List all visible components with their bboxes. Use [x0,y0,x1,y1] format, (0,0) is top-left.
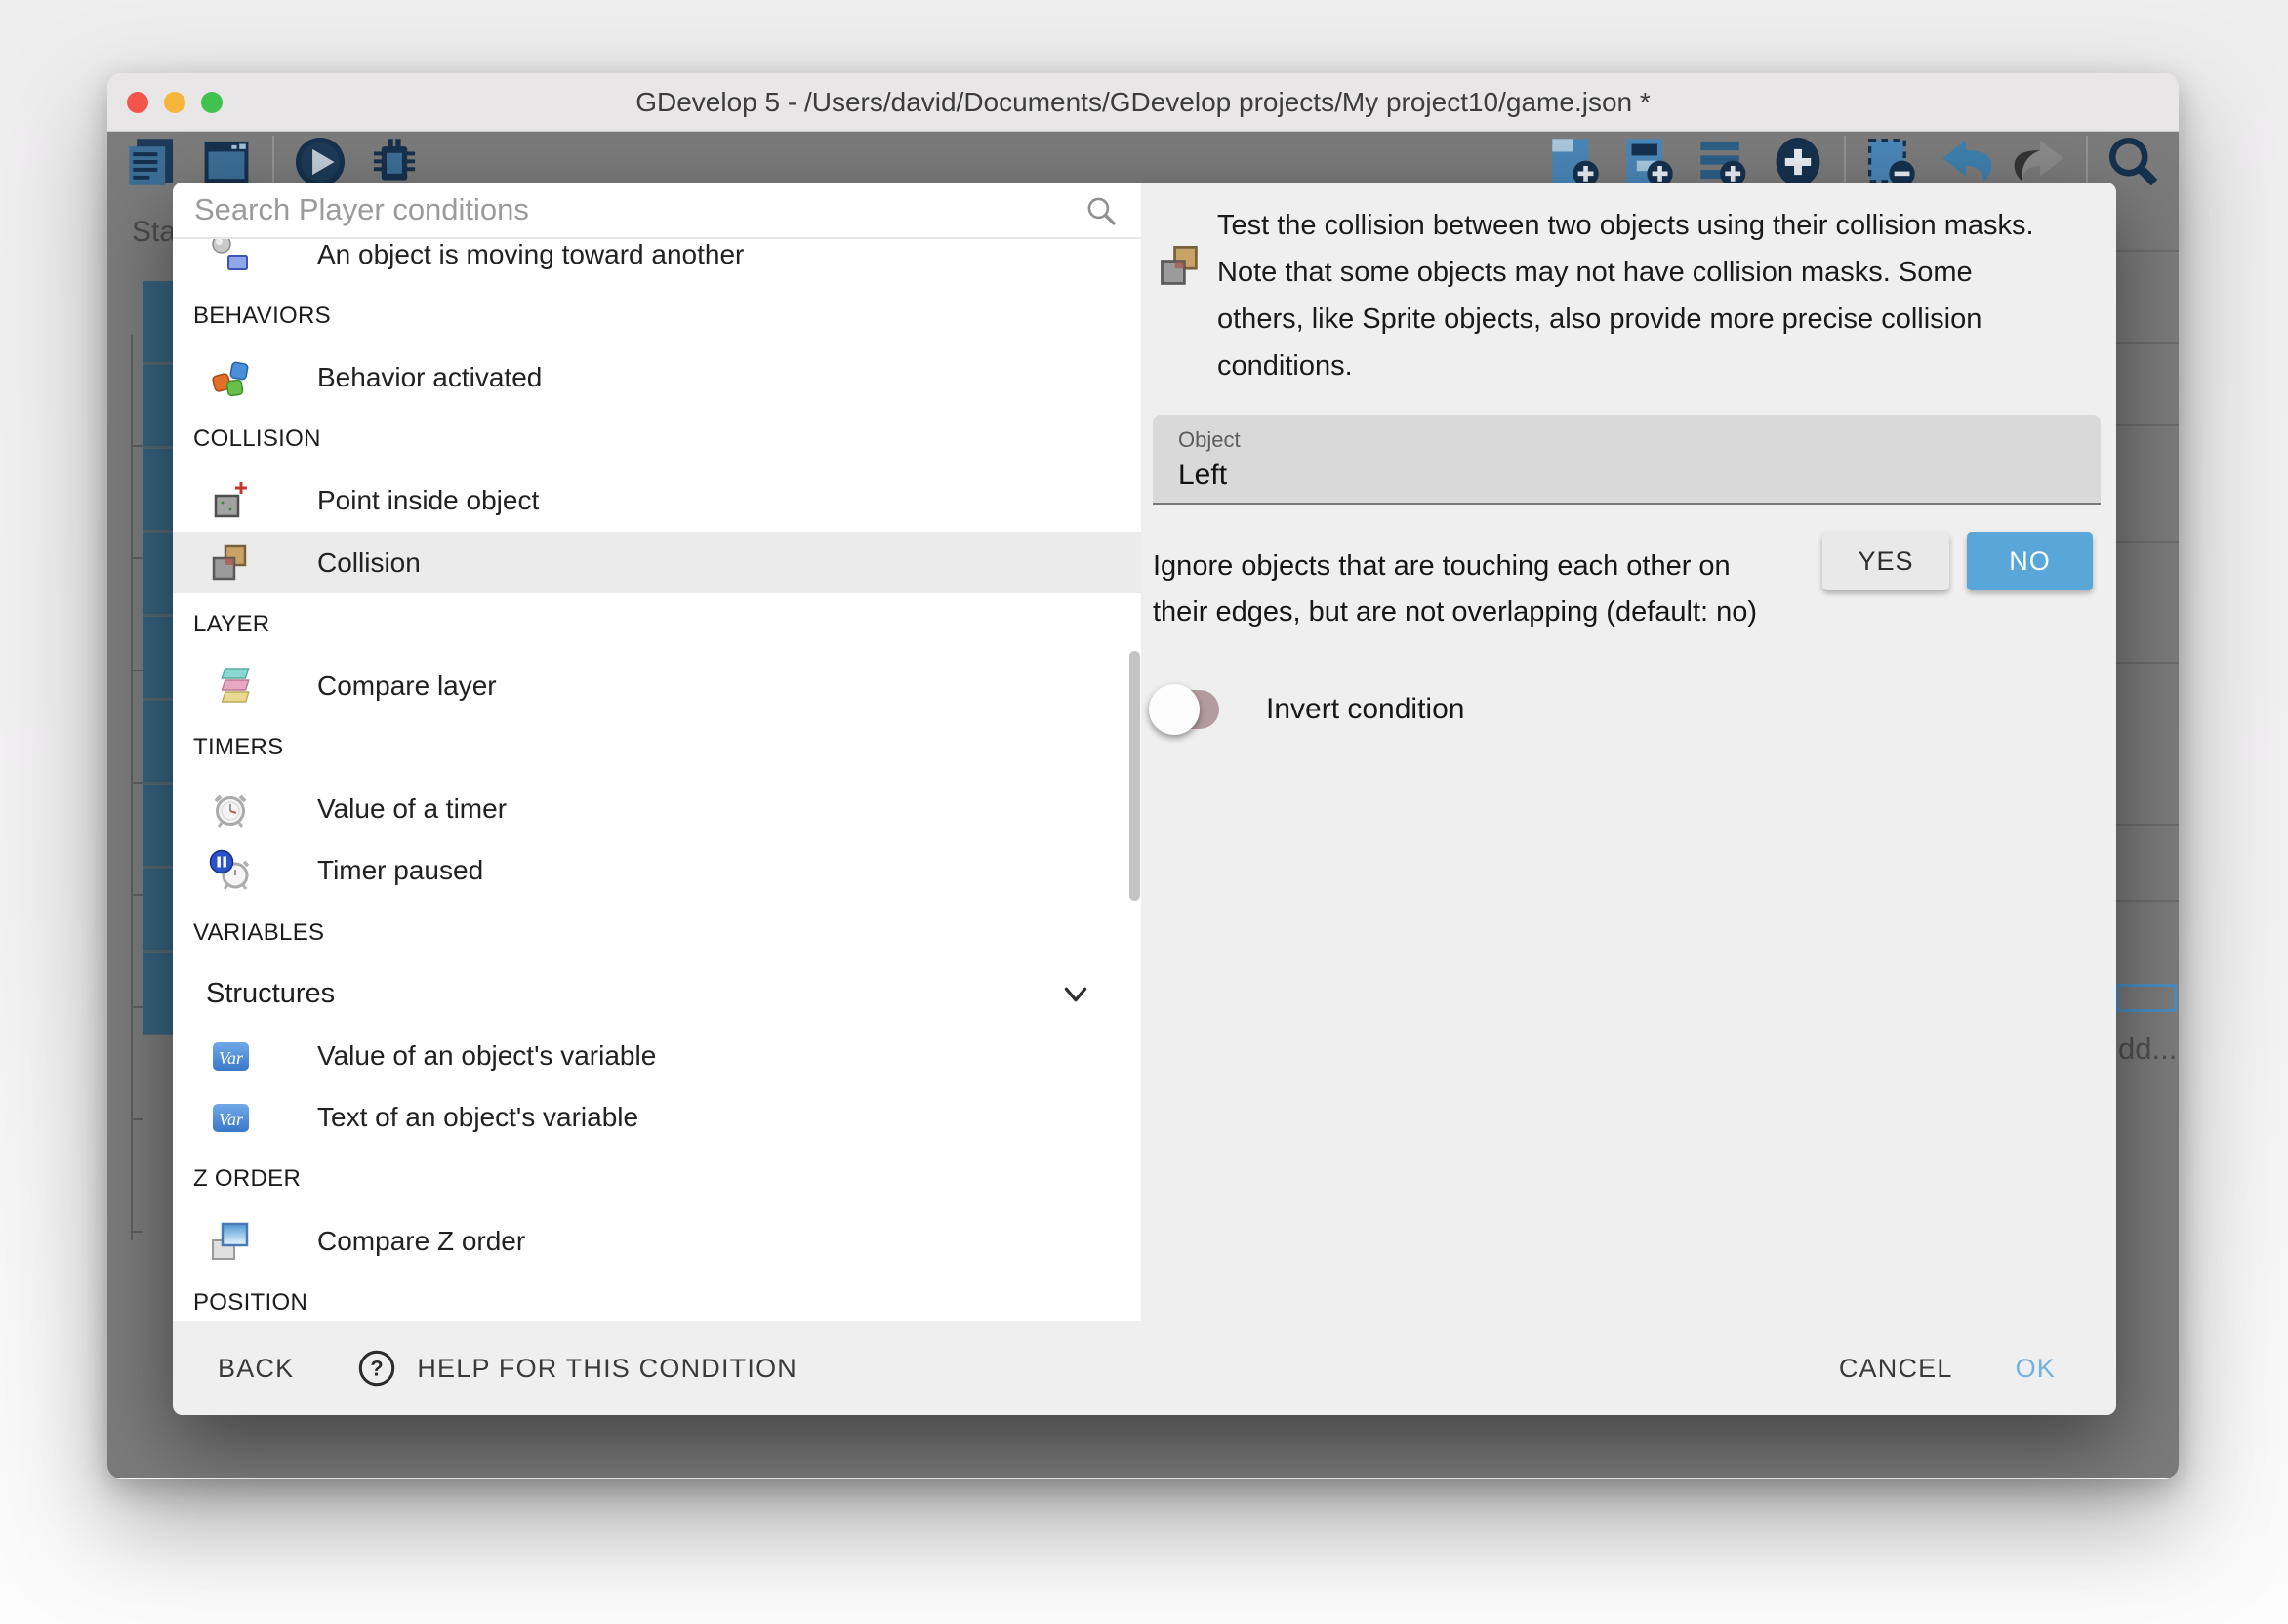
dialog-footer: BACK ? HELP FOR THIS CONDITION CANCEL OK [173,1321,2116,1415]
search-toolbar-icon[interactable] [2105,134,2162,190]
list-item[interactable]: Compare layer [173,655,1141,716]
condition-editor-dialog: An object is moving toward another BEHAVI… [173,183,2116,1415]
add-event-truncated-text: dd... [2118,1032,2177,1067]
point-inside-icon [209,479,252,522]
condition-description: Test the collision between two objects u… [1217,202,2034,389]
search-icon [1083,192,1120,229]
back-button[interactable]: BACK [218,1354,294,1384]
search-input[interactable] [173,183,1051,237]
list-item-label: COLLISION [193,426,321,453]
list-item[interactable]: Var Value of an object's variable [173,1025,1141,1086]
invert-condition-toggle[interactable] [1157,690,1219,729]
yes-button[interactable]: YES [1822,532,1949,590]
condition-list: An object is moving toward another BEHAVI… [173,239,1141,1320]
list-item[interactable]: An object is moving toward another [173,239,1141,285]
object-field-label: Object [1178,415,2101,453]
collision-icon [209,542,252,585]
scene-tab-label: Sta [132,216,176,249]
no-button[interactable]: NO [1967,532,2093,590]
svg-text:Var: Var [219,1110,244,1129]
timer-paused-icon [209,849,252,892]
list-item[interactable]: Compare Z order [173,1210,1141,1272]
toolbar-separator [1844,136,1846,188]
object-moving-toward-icon [209,239,252,276]
list-item-label: Collision [317,548,421,579]
list-item[interactable]: Behavior activated [173,346,1141,408]
list-item-label: Structures [206,978,335,1010]
cancel-button[interactable]: CANCEL [1839,1354,1953,1384]
list-item[interactable]: Timer paused [173,840,1141,902]
list-item-label: Value of an object's variable [317,1040,656,1072]
object-field-value: Left [1178,453,2101,492]
list-item-label: POSITION [193,1289,307,1317]
list-scrollbar-thumb[interactable] [1129,651,1140,901]
list-item[interactable]: Value of a timer [173,779,1141,840]
svg-text:?: ? [371,1357,384,1381]
chevron-down-icon[interactable] [1055,974,1096,1015]
list-category: BEHAVIORS [173,285,1141,346]
list-item-label: Text of an object's variable [317,1102,638,1133]
z-order-icon [209,1220,252,1263]
svg-text:Var: Var [219,1048,244,1068]
var-icon: Var [209,1035,252,1077]
behavior-icon [209,356,252,399]
list-item-label: Z ORDER [193,1165,301,1193]
timer-icon [209,788,252,831]
list-item-label: Compare layer [317,670,497,702]
list-item[interactable]: Collision [173,532,1141,593]
list-item-label: Value of a timer [317,793,507,825]
list-category: TIMERS [173,717,1141,779]
list-item-label: Compare Z order [317,1226,525,1257]
help-icon[interactable]: ? [356,1348,397,1389]
list-item-label: Timer paused [317,855,483,886]
list-item[interactable]: Var Text of an object's variable [173,1087,1141,1149]
list-item-label: VARIABLES [193,919,324,947]
list-item[interactable]: Point inside object [173,470,1141,532]
list-category: COLLISION [173,409,1141,470]
selected-event-outline [2116,984,2177,1012]
invert-condition-label: Invert condition [1266,693,1464,726]
list-item-label: An object is moving toward another [317,239,744,270]
list-category: POSITION [173,1272,1141,1320]
list-item-label: Point inside object [317,485,539,516]
list-category: Z ORDER [173,1149,1141,1210]
collision-icon [1157,243,1204,290]
list-item-label: Behavior activated [317,362,542,393]
list-item-label: TIMERS [193,734,283,761]
ok-button[interactable]: OK [2016,1354,2056,1384]
list-category: VARIABLES [173,902,1141,963]
toggle-knob [1149,684,1200,735]
list-item-label: BEHAVIORS [193,303,331,330]
help-for-condition-button[interactable]: HELP FOR THIS CONDITION [417,1354,797,1384]
list-item-label: LAYER [193,611,269,638]
list-category: LAYER [173,593,1141,655]
search-bar [173,183,1141,239]
toolbar-separator [2086,136,2088,188]
events-sheet-conditions-column [143,281,173,1035]
condition-list-panel: An object is moving toward another BEHAVI… [173,183,1141,1321]
toolbar-separator [272,136,274,188]
window-title: GDevelop 5 - /Users/david/Documents/GDev… [107,73,2179,132]
titlebar: GDevelop 5 - /Users/david/Documents/GDev… [107,73,2179,132]
var-icon: Var [209,1096,252,1139]
compare-layer-icon [209,665,252,708]
list-item[interactable]: Structures [173,963,1141,1025]
ignore-edges-text: Ignore objects that are touching each ot… [1153,544,1757,635]
object-field[interactable]: Object Left [1153,415,2101,505]
events-tree-bracket [131,335,143,1240]
events-sheet-right-strip: dd... [2116,200,2179,1478]
condition-detail-panel: Test the collision between two objects u… [1141,183,2116,1321]
